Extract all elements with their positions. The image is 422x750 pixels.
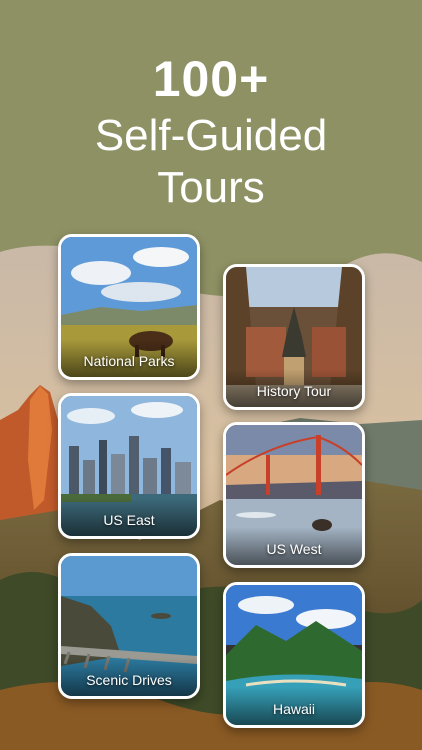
tour-label: US East bbox=[103, 512, 155, 528]
tour-card-scenic-drives[interactable]: Scenic Drives bbox=[58, 553, 200, 699]
tour-label: Scenic Drives bbox=[86, 672, 172, 688]
hero-headline: 100+ Self-Guided Tours bbox=[0, 48, 422, 214]
headline-line-2: Tours bbox=[157, 163, 265, 212]
tour-card-us-east[interactable]: US East bbox=[58, 393, 200, 539]
headline-line-1: Self-Guided bbox=[94, 111, 328, 160]
tour-card-national-parks[interactable]: National Parks bbox=[58, 234, 200, 380]
tour-label: Hawaii bbox=[272, 701, 315, 717]
tour-count: 100+ bbox=[152, 51, 270, 107]
tour-card-us-west[interactable]: US West bbox=[223, 422, 365, 568]
tour-card-hawaii[interactable]: Hawaii bbox=[223, 582, 365, 728]
tour-card-history-tour[interactable]: History Tour bbox=[223, 264, 365, 410]
tour-label: US West bbox=[266, 541, 322, 557]
tour-label: History Tour bbox=[256, 383, 332, 399]
tour-label: National Parks bbox=[83, 353, 175, 369]
